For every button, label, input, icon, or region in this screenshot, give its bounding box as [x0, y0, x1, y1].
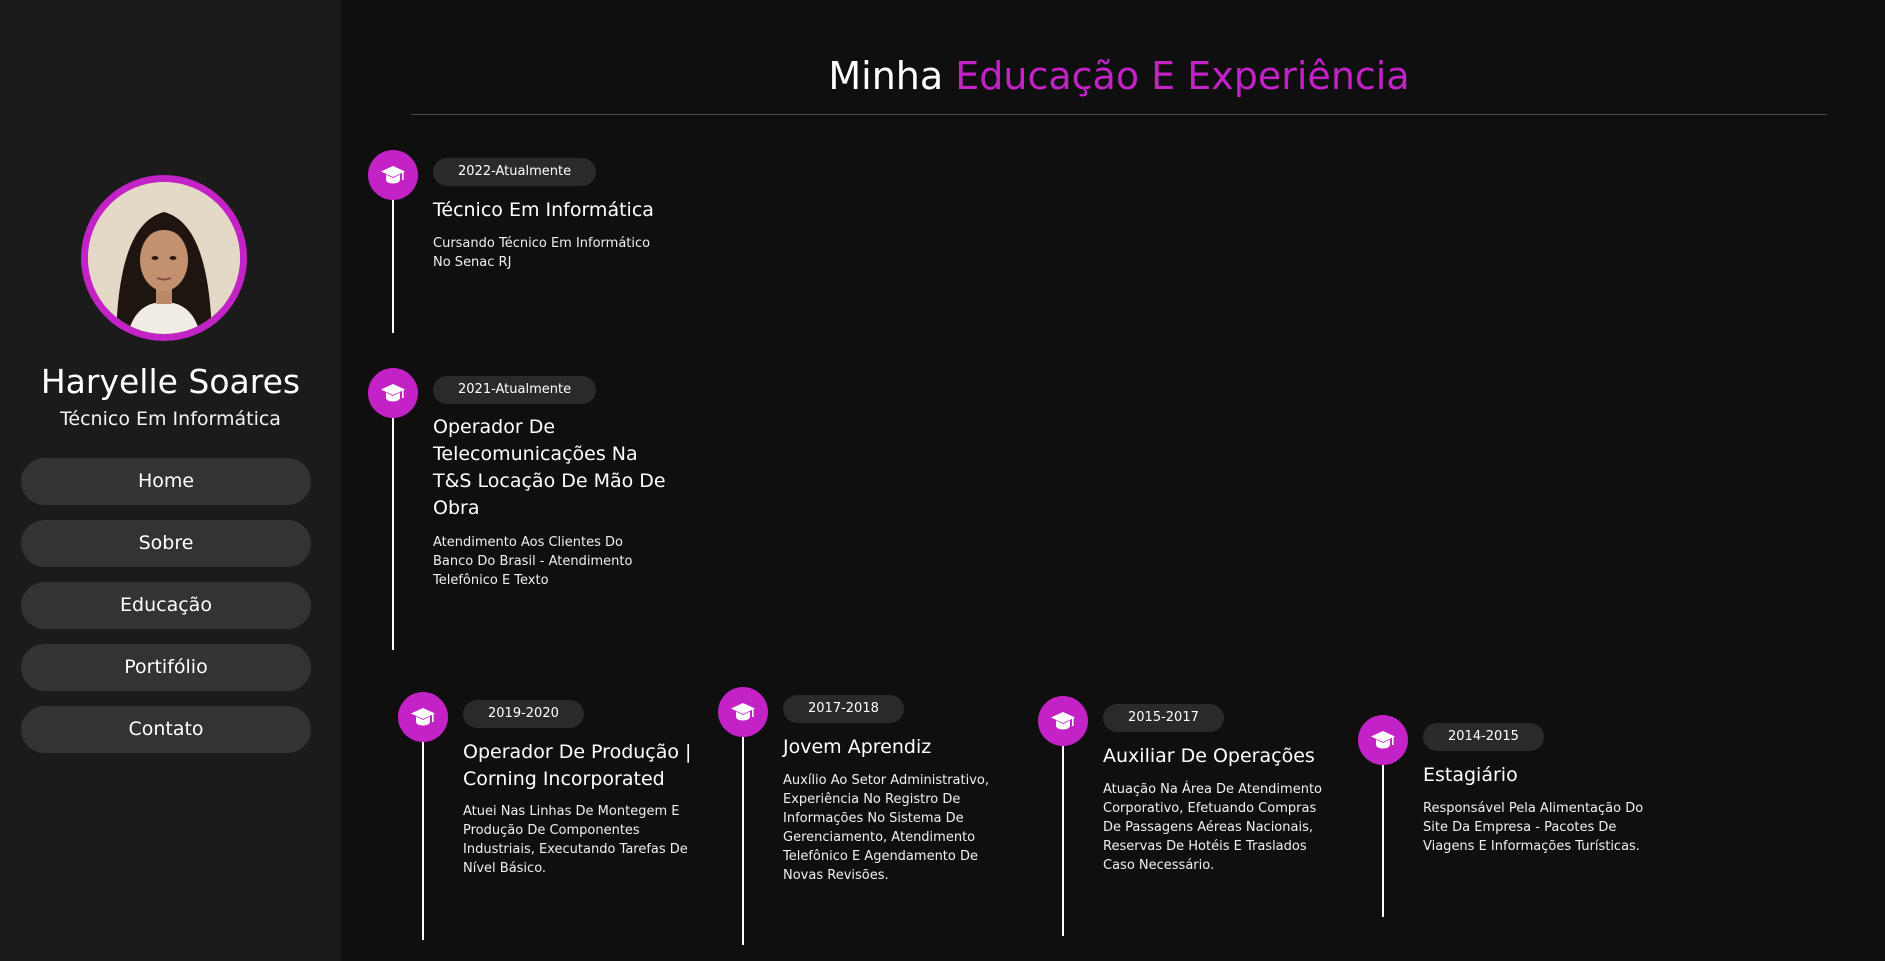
timeline-line: [1382, 765, 1384, 917]
graduation-cap-icon: [1038, 696, 1088, 746]
timeline-description: Responsável Pela Alimentação Do Site Da …: [1423, 801, 1644, 854]
timeline-title: Técnico Em Informática: [433, 199, 654, 221]
timeline-line: [422, 742, 424, 940]
timeline-date: 2017-2018: [783, 695, 904, 723]
page-title-accent: Educação E Experiência: [955, 54, 1410, 98]
timeline-line: [392, 418, 394, 650]
timeline-title: Auxiliar De Operações: [1103, 745, 1315, 767]
timeline-description: Atendimento Aos Clientes Do Banco Do Bra…: [433, 535, 633, 588]
timeline-line: [742, 737, 744, 945]
timeline-date: 2015-2017: [1103, 704, 1224, 732]
profile-photo: [88, 182, 240, 334]
profile-name: Haryelle Soares: [40, 362, 301, 401]
nav-sobre-button[interactable]: Sobre: [21, 520, 311, 567]
nav-portifolio-button[interactable]: Portifólio: [21, 644, 311, 691]
profile-role: Técnico Em Informática: [60, 408, 281, 430]
timeline-line: [1062, 746, 1064, 936]
timeline-description: Atuei Nas Linhas De Montegem E Produção …: [463, 804, 688, 876]
title-divider: [411, 114, 1827, 115]
timeline-description: Auxílio Ao Setor Administrativo, Experiê…: [783, 773, 989, 883]
timeline-line: [392, 200, 394, 333]
nav-educacao-button[interactable]: Educação: [21, 582, 311, 629]
graduation-cap-icon: [1358, 715, 1408, 765]
page-title: Minha Educação E Experiência: [411, 48, 1827, 104]
avatar: [81, 175, 247, 341]
timeline-title: Jovem Aprendiz: [783, 736, 932, 758]
timeline-title: Estagiário: [1423, 764, 1518, 786]
timeline-date: 2021-Atualmente: [433, 376, 597, 404]
graduation-cap-icon: [368, 368, 418, 418]
sidebar: Haryelle Soares Técnico Em Informática H…: [0, 0, 341, 961]
timeline-description: Cursando Técnico Em Informático No Senac…: [433, 236, 651, 270]
timeline-date: 2022-Atualmente: [433, 158, 597, 186]
graduation-cap-icon: [718, 687, 768, 737]
nav-contato-button[interactable]: Contato: [21, 706, 311, 753]
timeline-title: Operador De Telecomunicações Na T&S Loca…: [433, 416, 666, 519]
timeline-description: Atuação Na Área De Atendimento Corporati…: [1103, 782, 1322, 873]
timeline-title: Operador De Produção | Corning Incorpora…: [463, 741, 692, 790]
graduation-cap-icon: [368, 150, 418, 200]
nav-home-button[interactable]: Home: [21, 458, 311, 505]
graduation-cap-icon: [398, 692, 448, 742]
page-title-prefix: Minha: [828, 54, 944, 98]
timeline-date: 2014-2015: [1423, 723, 1544, 751]
timeline-date: 2019-2020: [463, 700, 584, 728]
